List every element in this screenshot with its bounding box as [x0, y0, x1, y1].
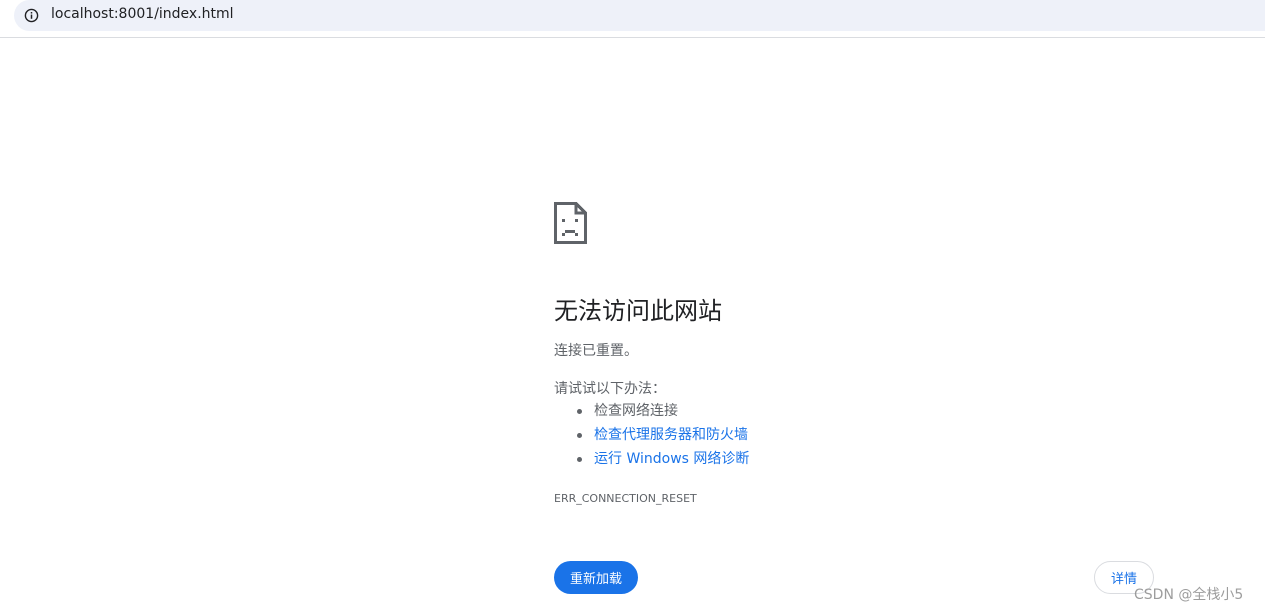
address-bar: localhost:8001/index.html: [0, 0, 1265, 38]
url-text[interactable]: localhost:8001/index.html: [51, 6, 234, 22]
suggestions-label: 请试试以下办法：: [554, 381, 666, 397]
suggestion-check-network: 检查网络连接: [554, 402, 749, 426]
sad-page-icon: [554, 202, 587, 244]
bullet-icon: [577, 409, 582, 414]
suggestion-text: 检查网络连接: [594, 403, 678, 419]
error-heading: 无法访问此网站: [554, 297, 722, 325]
watermark: CSDN @全栈小5: [1134, 587, 1244, 603]
reload-button[interactable]: 重新加载: [554, 561, 638, 594]
omnibox[interactable]: localhost:8001/index.html: [14, 0, 1265, 31]
suggestions-list: 检查网络连接 检查代理服务器和防火墙 运行 Windows 网络诊断: [554, 402, 749, 474]
suggestion-check-proxy: 检查代理服务器和防火墙: [554, 426, 749, 450]
error-subtitle: 连接已重置。: [554, 343, 638, 359]
suggestion-network-diagnostics: 运行 Windows 网络诊断: [554, 450, 749, 474]
bullet-icon: [577, 433, 582, 438]
bullet-icon: [577, 457, 582, 462]
error-code: ERR_CONNECTION_RESET: [554, 492, 697, 505]
check-proxy-link[interactable]: 检查代理服务器和防火墙: [594, 427, 748, 443]
info-circle-icon[interactable]: [24, 8, 39, 23]
network-diagnostics-link[interactable]: 运行 Windows 网络诊断: [594, 451, 749, 467]
